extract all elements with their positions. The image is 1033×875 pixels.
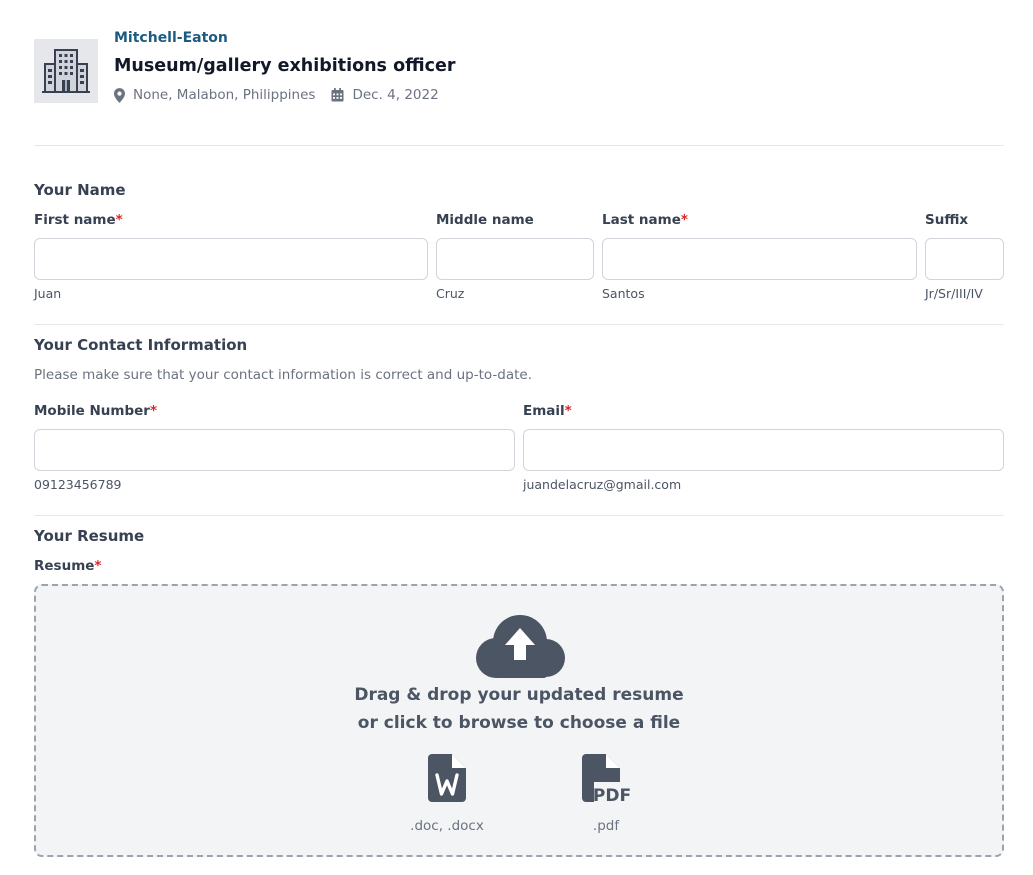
pdf-glyph: PDF bbox=[593, 786, 630, 802]
company-name-link[interactable]: Mitchell-Eaton bbox=[114, 30, 228, 46]
first-name-help: Juan bbox=[34, 286, 62, 301]
middle-name-input[interactable] bbox=[436, 238, 594, 280]
mobile-number-help: 09123456789 bbox=[34, 477, 122, 492]
divider bbox=[34, 515, 1004, 516]
resume-label-text: Resume bbox=[34, 558, 95, 574]
divider bbox=[34, 145, 1004, 146]
email-help: juandelacruz@gmail.com bbox=[523, 477, 682, 492]
file-pdf-icon: PDF bbox=[582, 754, 631, 806]
last-name-input[interactable] bbox=[602, 238, 917, 280]
first-name-label: First name* bbox=[34, 212, 123, 228]
dropzone-instruction-line2: or click to browse to choose a file bbox=[357, 713, 681, 733]
company-logo bbox=[34, 39, 98, 103]
last-name-label: Last name* bbox=[602, 212, 688, 228]
job-location-text: None, Malabon, Philippines bbox=[133, 87, 316, 103]
job-date-text: Dec. 4, 2022 bbox=[352, 87, 439, 103]
first-name-input[interactable] bbox=[34, 238, 428, 280]
resume-label: Resume* bbox=[34, 558, 101, 574]
contact-section-description: Please make sure that your contact infor… bbox=[34, 367, 532, 383]
job-meta: None, Malabon, Philippines Dec. 4, 2022 bbox=[114, 87, 439, 103]
cloud-upload-icon bbox=[476, 615, 565, 678]
resume-dropzone[interactable]: Drag & drop your updated resume or click… bbox=[34, 584, 1004, 857]
middle-name-label: Middle name bbox=[436, 212, 534, 228]
job-location: None, Malabon, Philippines bbox=[114, 87, 315, 103]
suffix-input[interactable] bbox=[925, 238, 1004, 280]
email-label: Email* bbox=[523, 403, 572, 419]
calendar-icon bbox=[331, 88, 344, 102]
file-type-pdf-caption: .pdf bbox=[592, 818, 620, 834]
job-title: Museum/gallery exhibitions officer bbox=[114, 56, 456, 76]
email-input[interactable] bbox=[523, 429, 1004, 471]
divider bbox=[34, 324, 1004, 325]
job-application-page: Mitchell-Eaton Museum/gallery exhibition… bbox=[0, 0, 1033, 875]
required-asterisk: * bbox=[149, 403, 157, 419]
suffix-label: Suffix bbox=[925, 212, 968, 228]
suffix-help: Jr/Sr/III/IV bbox=[925, 286, 983, 301]
dropzone-instruction-line1: Drag & drop your updated resume bbox=[354, 685, 684, 705]
file-word-icon bbox=[428, 754, 466, 802]
job-header: Mitchell-Eaton Museum/gallery exhibition… bbox=[34, 28, 1004, 118]
file-type-word-caption: .doc, .docx bbox=[410, 818, 484, 834]
mobile-number-label: Mobile Number* bbox=[34, 403, 157, 419]
file-type-pdf: PDF .pdf bbox=[546, 754, 666, 834]
mobile-number-label-text: Mobile Number bbox=[34, 403, 150, 419]
mobile-number-input[interactable] bbox=[34, 429, 515, 471]
file-type-word: .doc, .docx bbox=[387, 754, 507, 834]
suffix-label-text: Suffix bbox=[925, 212, 969, 228]
first-name-label-text: First name bbox=[34, 212, 116, 228]
map-marker-icon bbox=[114, 87, 125, 103]
email-label-text: Email bbox=[523, 403, 565, 419]
building-icon bbox=[42, 49, 90, 93]
contact-section-title: Your Contact Information bbox=[34, 336, 248, 354]
name-section-title: Your Name bbox=[34, 181, 126, 199]
job-date: Dec. 4, 2022 bbox=[331, 87, 439, 103]
middle-name-help: Cruz bbox=[436, 286, 465, 301]
resume-section-title: Your Resume bbox=[34, 527, 145, 545]
middle-name-label-text: Middle name bbox=[436, 212, 534, 228]
last-name-help: Santos bbox=[602, 286, 645, 301]
last-name-label-text: Last name bbox=[602, 212, 681, 228]
required-asterisk: * bbox=[680, 212, 688, 228]
required-asterisk: * bbox=[115, 212, 123, 228]
required-asterisk: * bbox=[94, 558, 102, 574]
required-asterisk: * bbox=[564, 403, 572, 419]
